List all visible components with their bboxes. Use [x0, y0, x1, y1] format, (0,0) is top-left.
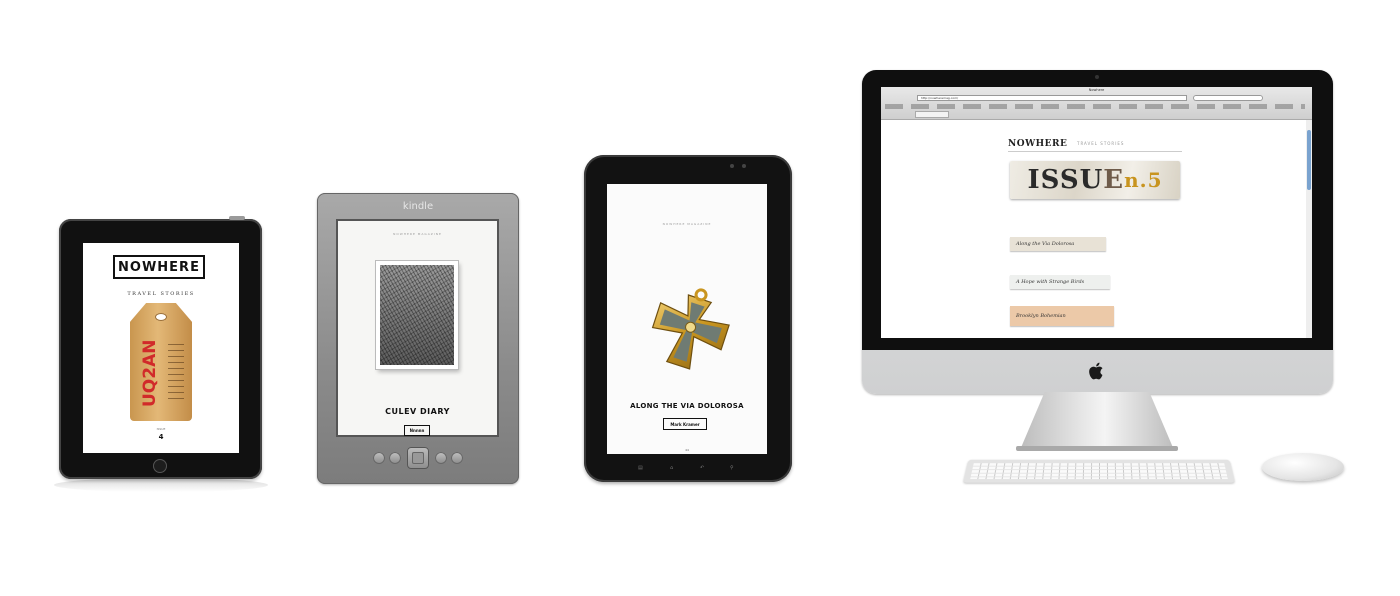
- back-key-icon[interactable]: ↶: [700, 465, 704, 471]
- issue-label: ISSUE: [156, 427, 166, 431]
- kindle-menu-button[interactable]: [435, 452, 447, 464]
- tablet-camera: [742, 164, 746, 168]
- kindle-header: NOWHERE MAGAZINE: [393, 232, 442, 236]
- browser-search-field[interactable]: [1193, 95, 1263, 101]
- banner-text-part3: n.5: [1124, 168, 1163, 192]
- issue-number: 4: [158, 433, 164, 441]
- banner-text-part1: ISSU: [1027, 165, 1104, 195]
- banner-text-part2: E: [1103, 165, 1125, 195]
- magic-mouse: [1262, 453, 1344, 481]
- magazine-subtitle: TRAVEL STORIES: [127, 291, 195, 297]
- menu-key-icon[interactable]: ▤: [638, 465, 643, 471]
- address-bar[interactable]: http://nowheremag.com/: [917, 95, 1187, 101]
- tablet-header: NOWHERE MAGAZINE: [662, 222, 712, 226]
- story-title: ALONG THE VIA DOLOROSA: [630, 402, 744, 410]
- kindle-screen: NOWHERE MAGAZINE CULEV DIARY Nnnnn 25: [336, 219, 499, 437]
- ipad-device: NOWHERE TRAVEL STORIES UQ2AN ISSUE 4: [59, 216, 262, 479]
- author-box: Nnnnn: [404, 425, 430, 436]
- android-tablet-device: NOWHERE MAGAZINE ALONG THE VIA DOLOROSA …: [584, 155, 792, 482]
- imac-camera: [1095, 75, 1099, 79]
- page-number: 44: [685, 448, 689, 452]
- home-key-icon[interactable]: ⌂: [670, 465, 673, 471]
- search-key-icon[interactable]: ⚲: [730, 465, 734, 471]
- tag-hole: [155, 313, 167, 321]
- ipad-power-button: [229, 216, 245, 220]
- imac-stand: [1020, 392, 1174, 450]
- story-title: CULEV DIARY: [385, 407, 450, 416]
- ipad-home-button[interactable]: [153, 459, 167, 473]
- wireless-keyboard: [963, 459, 1235, 483]
- author-box: Mark Kramer: [663, 418, 707, 430]
- imac-display-bezel: Nowhere http://nowheremag.com/ NOWHERE T…: [862, 70, 1333, 350]
- kindle-back-button[interactable]: [373, 452, 385, 464]
- engraving-image: [380, 265, 454, 365]
- keyboard-keys: [970, 463, 1228, 480]
- story-link[interactable]: Brooklyn Bohemian: [1010, 306, 1114, 326]
- apple-logo-icon: [1089, 362, 1103, 380]
- browser-window: Nowhere http://nowheremag.com/ NOWHERE T…: [881, 87, 1312, 338]
- story-link[interactable]: Along the Via Dolorosa: [1010, 237, 1106, 251]
- tag-code: UQ2AN: [140, 339, 160, 407]
- browser-tab[interactable]: [915, 111, 949, 118]
- tag-print-lines: [168, 339, 184, 401]
- issue-banner: ISSU En.5: [1010, 161, 1180, 199]
- magazine-logo: NOWHERE: [113, 255, 205, 279]
- kindle-5-way-controller[interactable]: [407, 447, 429, 469]
- bookmarks-bar[interactable]: [885, 104, 1305, 109]
- scrollbar-thumb[interactable]: [1307, 130, 1311, 190]
- header-divider: [1008, 151, 1182, 152]
- kindle-keyboard-button[interactable]: [389, 452, 401, 464]
- browser-toolbar: Nowhere http://nowheremag.com/: [881, 87, 1312, 120]
- byzantine-cross-image: [651, 288, 730, 370]
- page-scrollbar[interactable]: [1306, 120, 1312, 338]
- ipad-screen: NOWHERE TRAVEL STORIES UQ2AN ISSUE 4: [83, 243, 239, 453]
- imac-device: Nowhere http://nowheremag.com/ NOWHERE T…: [862, 70, 1333, 394]
- kindle-device: kindle NOWHERE MAGAZINE CULEV DIARY Nnnn…: [317, 193, 519, 484]
- kindle-home-button[interactable]: [451, 452, 463, 464]
- luggage-tag-cover: UQ2AN: [130, 303, 192, 421]
- window-title: Nowhere: [1088, 88, 1105, 92]
- imac-stand-base: [1016, 446, 1178, 451]
- story-illustration: [376, 261, 458, 369]
- kindle-select-button[interactable]: [412, 452, 424, 464]
- kindle-brand: kindle: [402, 201, 434, 212]
- tablet-sensor: [730, 164, 734, 168]
- ipad-reflection: [54, 478, 268, 492]
- tablet-screen: NOWHERE MAGAZINE ALONG THE VIA DOLOROSA …: [607, 184, 767, 454]
- story-link[interactable]: A Hope with Strange Birds: [1010, 275, 1110, 289]
- site-subtitle: TRAVEL STORIES: [1077, 141, 1125, 146]
- site-logo[interactable]: NOWHERE: [1008, 139, 1067, 149]
